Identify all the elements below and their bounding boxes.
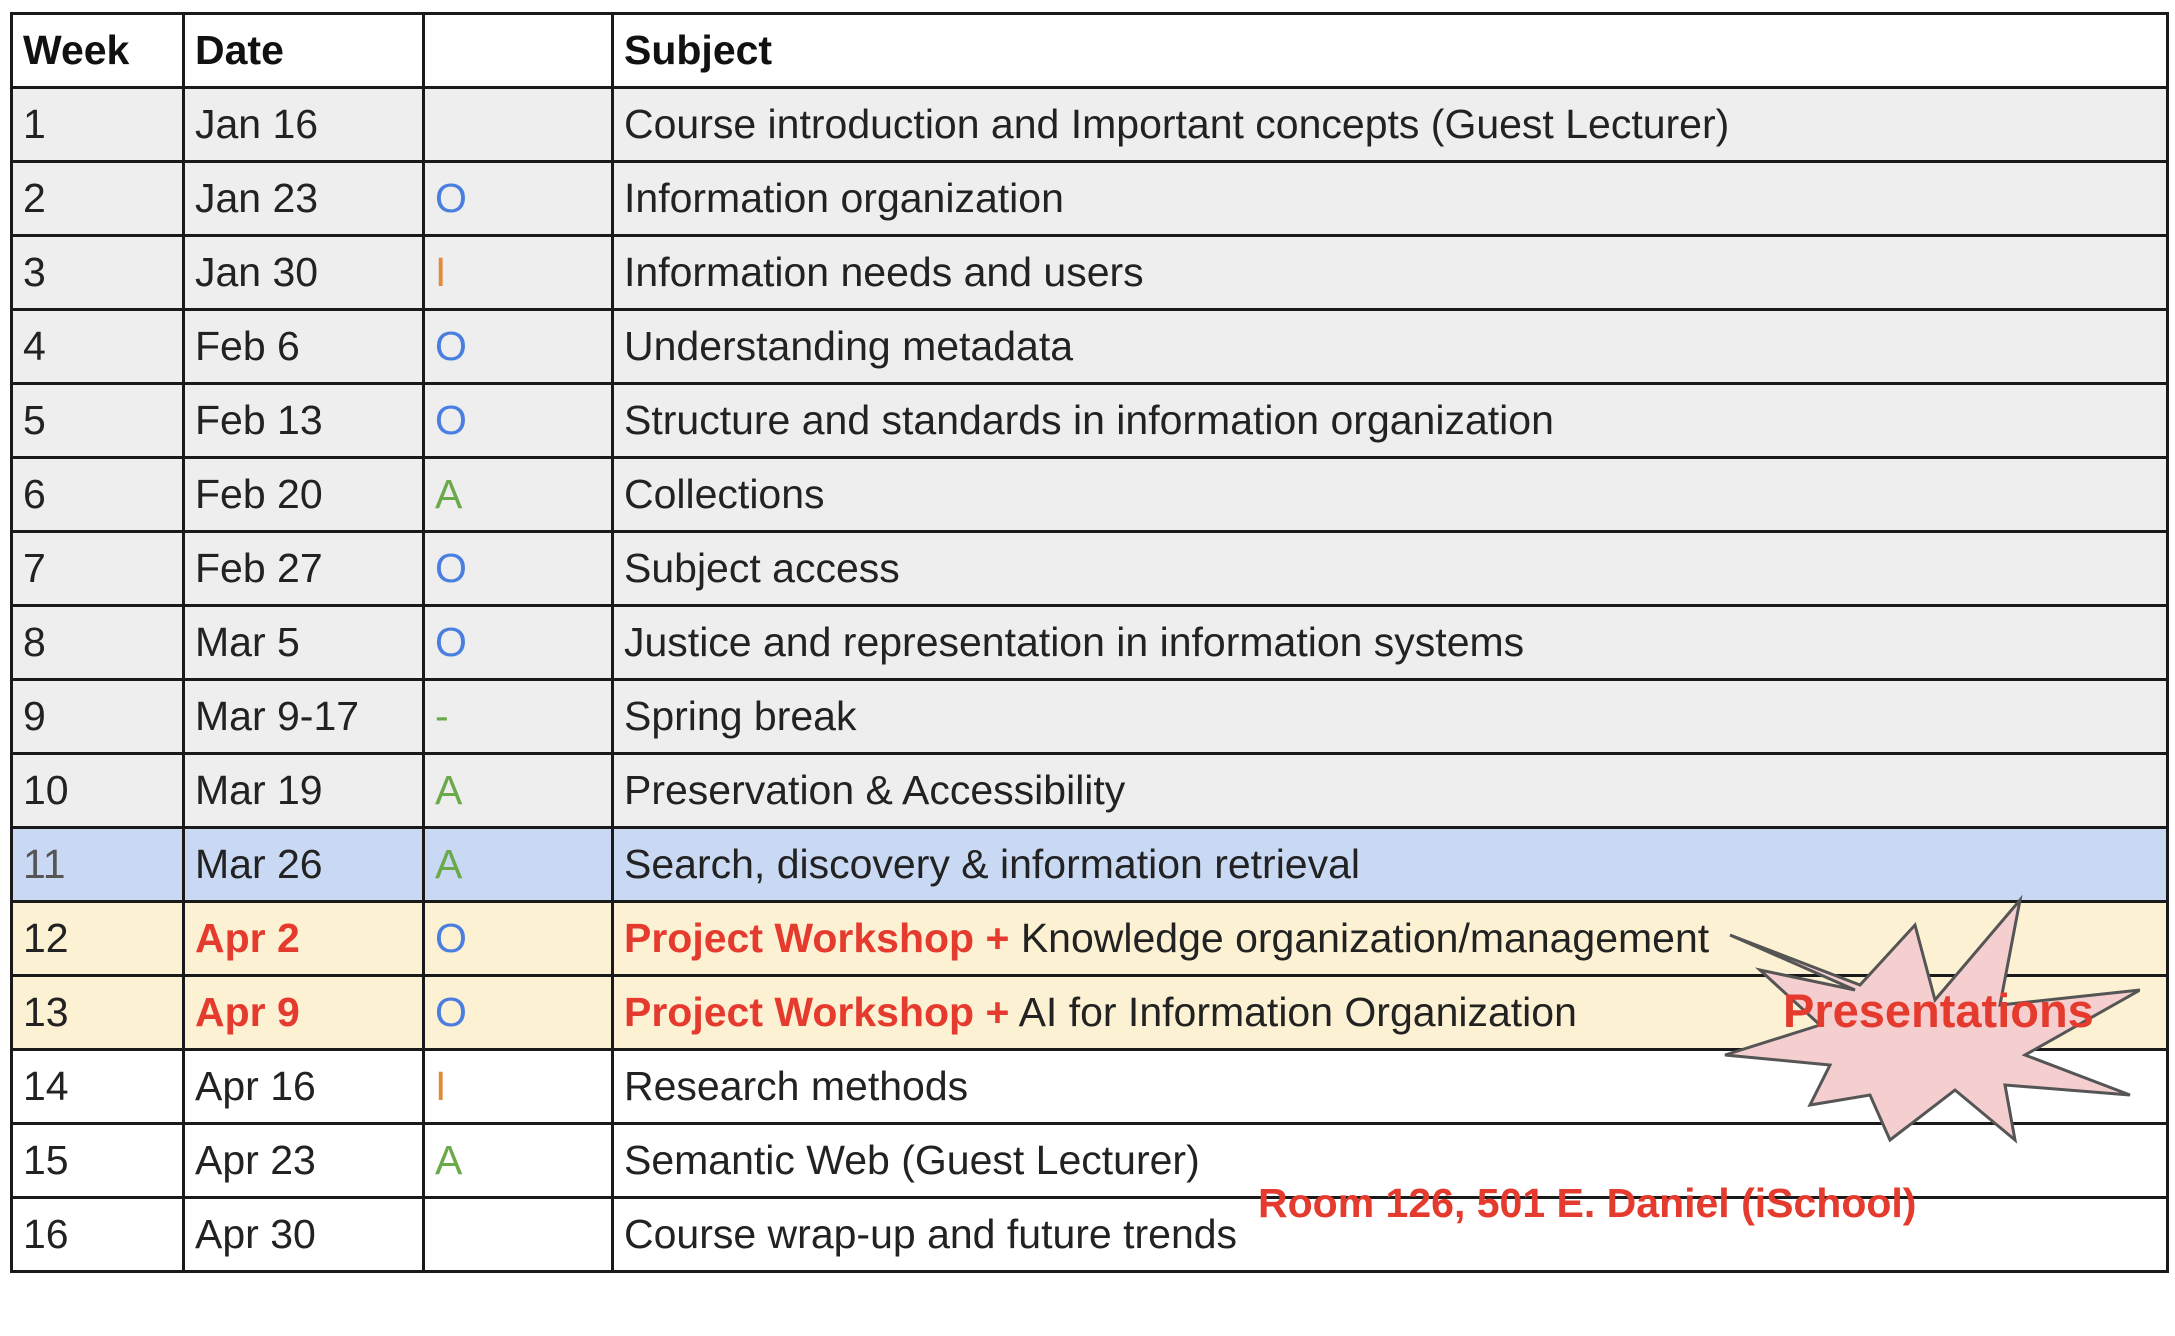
date-cell: Mar 5 [182, 604, 425, 681]
week-cell: 6 [10, 456, 185, 533]
date-cell: Feb 13 [182, 382, 425, 459]
week-cell: 1 [10, 86, 185, 163]
week-cell: 15 [10, 1122, 185, 1199]
date-cell: Apr 9 [182, 974, 425, 1051]
type-cell: A [422, 752, 614, 829]
date-cell: Mar 26 [182, 826, 425, 903]
workshop-label: Project Workshop + [624, 915, 1010, 961]
type-cell: A [422, 826, 614, 903]
subject-text: Knowledge organization/management [1020, 915, 1710, 961]
table-row: 10 Mar 19 A Preservation & Accessibility [10, 752, 2169, 829]
subject-text: AI for Information Organization [1018, 989, 1577, 1035]
type-cell: O [422, 382, 614, 459]
type-cell: O [422, 900, 614, 977]
type-cell: I [422, 234, 614, 311]
header-date: Date [182, 12, 425, 89]
subject-cell: Course introduction and Important concep… [611, 86, 2169, 163]
date-cell: Feb 27 [182, 530, 425, 607]
type-cell: O [422, 604, 614, 681]
week-cell: 10 [10, 752, 185, 829]
subject-cell: Understanding metadata [611, 308, 2169, 385]
date-cell: Feb 20 [182, 456, 425, 533]
header-row: Week Date Subject [10, 12, 2169, 89]
date-cell: Jan 23 [182, 160, 425, 237]
type-cell [422, 86, 614, 163]
table-row: 6 Feb 20 A Collections [10, 456, 2169, 533]
table-row: 5 Feb 13 O Structure and standards in in… [10, 382, 2169, 459]
type-cell: O [422, 974, 614, 1051]
table-row: 7 Feb 27 O Subject access [10, 530, 2169, 607]
table-row-highlighted: 11 Mar 26 A Search, discovery & informat… [10, 826, 2169, 903]
workshop-label: Project Workshop + [624, 989, 1010, 1035]
subject-cell: Collections [611, 456, 2169, 533]
week-cell: 11 [10, 826, 185, 903]
header-type [422, 12, 614, 89]
week-cell: 9 [10, 678, 185, 755]
type-cell: A [422, 456, 614, 533]
header-week: Week [10, 12, 185, 89]
week-cell: 7 [10, 530, 185, 607]
date-cell: Jan 16 [182, 86, 425, 163]
table-row: 1 Jan 16 Course introduction and Importa… [10, 86, 2169, 163]
date-cell: Jan 30 [182, 234, 425, 311]
type-cell: A [422, 1122, 614, 1199]
table-row: 3 Jan 30 I Information needs and users [10, 234, 2169, 311]
week-cell: 3 [10, 234, 185, 311]
subject-cell: Structure and standards in information o… [611, 382, 2169, 459]
type-cell: - [422, 678, 614, 755]
type-cell: I [422, 1048, 614, 1125]
table-row: 8 Mar 5 O Justice and representation in … [10, 604, 2169, 681]
subject-cell: Information needs and users [611, 234, 2169, 311]
week-cell: 12 [10, 900, 185, 977]
date-cell: Apr 23 [182, 1122, 425, 1199]
type-cell: O [422, 308, 614, 385]
week-cell: 13 [10, 974, 185, 1051]
week-cell: 8 [10, 604, 185, 681]
week-cell: 4 [10, 308, 185, 385]
week-cell: 16 [10, 1196, 185, 1273]
date-cell: Mar 9-17 [182, 678, 425, 755]
type-cell [422, 1196, 614, 1273]
week-cell: 2 [10, 160, 185, 237]
header-subject: Subject [611, 12, 2169, 89]
date-cell: Apr 16 [182, 1048, 425, 1125]
subject-cell: Justice and representation in informatio… [611, 604, 2169, 681]
date-cell: Apr 30 [182, 1196, 425, 1273]
type-cell: O [422, 530, 614, 607]
type-cell: O [422, 160, 614, 237]
week-cell: 14 [10, 1048, 185, 1125]
table-row: 4 Feb 6 O Understanding metadata [10, 308, 2169, 385]
date-cell: Mar 19 [182, 752, 425, 829]
subject-cell: Information organization [611, 160, 2169, 237]
subject-cell: Search, discovery & information retrieva… [611, 826, 2169, 903]
subject-cell: Preservation & Accessibility [611, 752, 2169, 829]
date-cell: Apr 2 [182, 900, 425, 977]
presentations-label: Presentations [1783, 984, 2094, 1037]
subject-cell: Subject access [611, 530, 2169, 607]
subject-cell: Spring break [611, 678, 2169, 755]
room-note: Room 126, 501 E. Daniel (iSchool) [1258, 1180, 1917, 1226]
table-row: 2 Jan 23 O Information organization [10, 160, 2169, 237]
table-row: 9 Mar 9-17 - Spring break [10, 678, 2169, 755]
date-cell: Feb 6 [182, 308, 425, 385]
week-cell: 5 [10, 382, 185, 459]
